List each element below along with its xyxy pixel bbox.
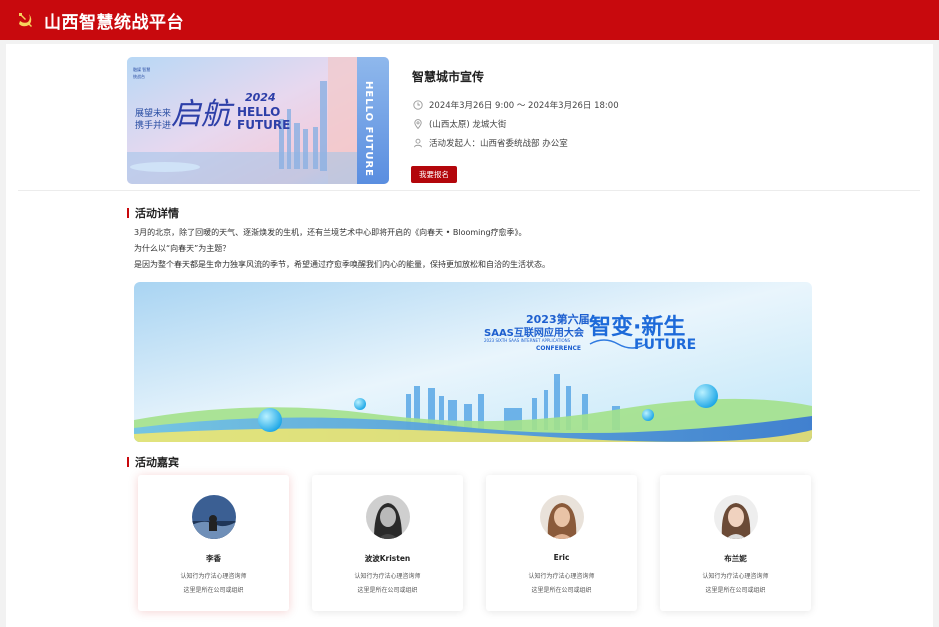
details-heading: 活动详情 xyxy=(127,205,179,221)
conference-banner-image: 2023第六届 SAAS互联网应用大会 2023 SIXTH SAAS INTE… xyxy=(134,282,812,442)
guest-title: 认知行为疗法心理咨询师 xyxy=(528,573,595,580)
guest-org: 这里是所在公司或组织 xyxy=(357,587,418,594)
event-info: 智慧城市宣传 2024年3月26日 9:00 ～ 2024年3月26日 18:0… xyxy=(412,68,832,152)
cover-small-text-2: 统战台 xyxy=(133,74,145,79)
guest-card[interactable]: 布兰妮 认知行为疗法心理咨询师 这里是所在公司或组织 xyxy=(660,475,811,611)
detail-paragraph: 3月的北京，除了回暖的天气、逐渐焕发的生机，还有兰境艺术中心即将开启的《向春天 … xyxy=(134,228,527,237)
cover-calligraphy: 启航 xyxy=(171,97,231,132)
event-title: 智慧城市宣传 xyxy=(412,70,485,84)
event-organizer-row: 活动发起人：山西省委统战部 办公室 xyxy=(412,133,832,152)
guest-name: 波波Kristen xyxy=(364,554,411,563)
avatar xyxy=(366,495,410,539)
heading-accent-bar xyxy=(127,208,129,218)
user-icon xyxy=(412,137,424,149)
guests-heading-text: 活动嘉宾 xyxy=(135,456,179,469)
event-location: (山西太原) 龙城大街 xyxy=(429,119,507,130)
guest-title: 认知行为疗法心理咨询师 xyxy=(354,573,421,580)
event-time: 2024年3月26日 9:00 ～ 2024年3月26日 18:00 xyxy=(429,100,619,111)
guest-card[interactable]: 李香 认知行为疗法心理咨询师 这里是所在公司或组织 xyxy=(138,475,289,611)
signup-button[interactable]: 我要报名 xyxy=(411,166,457,183)
clock-icon xyxy=(412,99,424,111)
guest-org: 这里是所在公司或组织 xyxy=(183,587,244,594)
guest-card[interactable]: Eric 认知行为疗法心理咨询师 这里是所在公司或组织 xyxy=(486,475,637,611)
banner-line2: SAAS互联网应用大会 xyxy=(484,328,584,339)
avatar xyxy=(540,495,584,539)
event-time-row: 2024年3月26日 9:00 ～ 2024年3月26日 18:00 xyxy=(412,95,832,114)
guest-name: Eric xyxy=(553,553,570,562)
details-heading-text: 活动详情 xyxy=(135,207,179,220)
guests-heading: 活动嘉宾 xyxy=(127,454,179,470)
divider xyxy=(18,190,920,191)
cover-year: 2024 xyxy=(245,91,276,104)
banner-future: FUTURE xyxy=(634,337,697,353)
guest-title: 认知行为疗法心理咨询师 xyxy=(180,573,247,580)
banner-line4: CONFERENCE xyxy=(536,345,581,352)
heading-accent-bar xyxy=(127,457,129,467)
cover-vertical-text: HELLO FUTURE xyxy=(363,81,374,177)
banner-line3: 2023 SIXTH SAAS INTERNET APPLICATIONS xyxy=(484,338,571,343)
location-pin-icon xyxy=(412,118,424,130)
cover-slogan-2: 携手并进 xyxy=(135,121,172,131)
event-cover-image: 融媒 智慧 统战台 展望未来 携手并进 启航 2024 HELLO FUTURE… xyxy=(127,57,389,184)
cover-future: FUTURE xyxy=(237,118,291,132)
app-title: 山西智慧统战平台 xyxy=(44,12,184,33)
main-content: 融媒 智慧 统战台 展望未来 携手并进 启航 2024 HELLO FUTURE… xyxy=(6,44,933,627)
cover-small-text-1: 融媒 智慧 xyxy=(133,67,151,72)
guest-name: 李香 xyxy=(206,554,221,563)
detail-paragraph: 是因为整个春天都是生命力独享风流的季节，希望通过疗愈季唤醒我们内心的能量，保持更… xyxy=(134,260,550,269)
avatar xyxy=(192,495,236,539)
party-emblem-icon xyxy=(14,9,36,31)
avatar xyxy=(714,495,758,539)
cover-hello: HELLO xyxy=(237,105,281,119)
event-organizer: 活动发起人：山西省委统战部 办公室 xyxy=(429,138,568,149)
guest-card[interactable]: 波波Kristen 认知行为疗法心理咨询师 这里是所在公司或组织 xyxy=(312,475,463,611)
guest-org: 这里是所在公司或组织 xyxy=(705,587,766,594)
guest-title: 认知行为疗法心理咨询师 xyxy=(702,573,769,580)
guest-name: 布兰妮 xyxy=(724,554,747,563)
guest-org: 这里是所在公司或组织 xyxy=(531,587,592,594)
event-location-row: (山西太原) 龙城大街 xyxy=(412,114,832,133)
detail-paragraph: 为什么以“向春天”为主题？ xyxy=(134,244,231,253)
top-bar: 山西智慧统战平台 xyxy=(0,0,939,40)
